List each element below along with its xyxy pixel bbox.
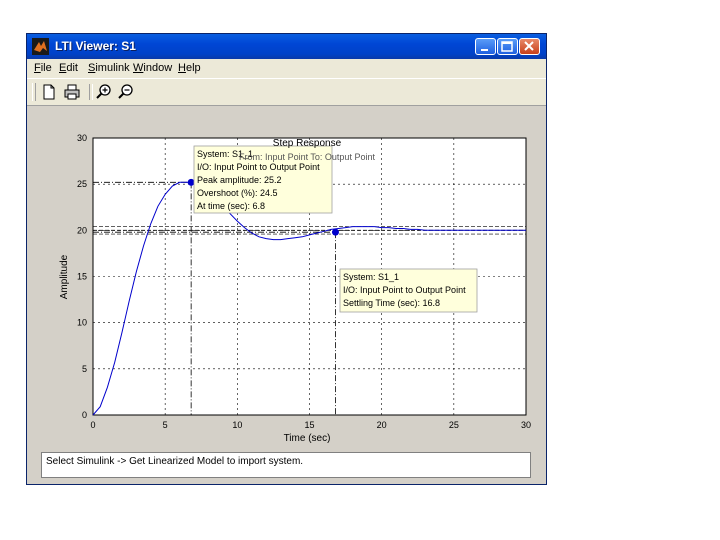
minimize-icon xyxy=(481,49,488,51)
menu-edit[interactable]: Edit xyxy=(59,62,78,74)
data-tip-line: System: S1_1 xyxy=(343,272,399,282)
data-tip-line: Peak amplitude: 25.2 xyxy=(197,175,282,185)
menu-simulink[interactable]: Simulink xyxy=(88,62,130,74)
y-tick-label: 20 xyxy=(77,225,87,235)
lti-viewer-window: LTI Viewer: S1 File Edit Simulink Window… xyxy=(26,33,547,485)
y-tick-label: 30 xyxy=(77,133,87,143)
x-axis-label: Time (sec) xyxy=(284,433,331,444)
data-point-marker[interactable] xyxy=(187,178,195,186)
chart-title: Step Response xyxy=(273,138,342,149)
x-tick-label: 15 xyxy=(304,420,314,430)
maximize-button[interactable] xyxy=(497,38,518,55)
window-title: LTI Viewer: S1 xyxy=(55,39,136,53)
x-tick-label: 20 xyxy=(377,420,387,430)
menu-help[interactable]: Help xyxy=(178,62,201,74)
minimize-button[interactable] xyxy=(475,38,496,55)
close-icon xyxy=(524,41,534,51)
status-message: Select Simulink -> Get Linearized Model … xyxy=(41,452,531,478)
y-tick-label: 10 xyxy=(77,318,87,328)
data-tip-box[interactable]: System: S1_1 I/O: Input Point to Output P… xyxy=(339,268,478,313)
y-tick-label: 15 xyxy=(77,272,87,282)
data-point-marker[interactable] xyxy=(331,228,339,236)
menu-window[interactable]: Window xyxy=(133,62,172,74)
zoom-in-icon[interactable] xyxy=(95,83,113,101)
data-tip-line: At time (sec): 6.8 xyxy=(197,201,265,211)
zoom-out-icon[interactable] xyxy=(117,83,135,101)
menu-bar: File Edit Simulink Window Help xyxy=(27,59,546,78)
title-bar[interactable]: LTI Viewer: S1 xyxy=(27,34,546,59)
data-tip-line: Settling Time (sec): 16.8 xyxy=(343,298,440,308)
new-document-icon[interactable] xyxy=(40,83,58,101)
step-response-chart[interactable]: 0 5 10 15 20 25 30 0 5 10 15 20 25 30 System: S1_1 I/O… xyxy=(27,106,546,452)
data-tip-line: Overshoot (%): 24.5 xyxy=(197,188,278,198)
menu-file[interactable]: File xyxy=(34,62,52,74)
close-button[interactable] xyxy=(519,38,540,55)
data-tip-line: I/O: Input Point to Output Point xyxy=(343,285,466,295)
x-tick-label: 30 xyxy=(521,420,531,430)
matlab-logo-icon xyxy=(32,38,49,55)
y-tick-label: 0 xyxy=(82,410,87,420)
maximize-icon xyxy=(501,41,513,52)
x-tick-label: 25 xyxy=(449,420,459,430)
toolbar-separator xyxy=(89,84,93,100)
y-tick-label: 5 xyxy=(82,364,87,374)
y-axis-label: Amplitude xyxy=(59,254,70,299)
print-icon[interactable] xyxy=(63,83,81,101)
data-tip-line: I/O: Input Point to Output Point xyxy=(197,162,320,172)
y-tick-label: 25 xyxy=(77,179,87,189)
x-tick-label: 0 xyxy=(90,420,95,430)
chart-subtitle: From: Input Point To: Output Point xyxy=(239,152,375,162)
x-tick-label: 10 xyxy=(232,420,242,430)
toolbar xyxy=(27,78,546,106)
toolbar-grip[interactable] xyxy=(32,83,36,101)
x-tick-label: 5 xyxy=(163,420,168,430)
plot-area: 0 5 10 15 20 25 30 0 5 10 15 20 25 30 System: S1_1 I/O… xyxy=(27,106,546,452)
